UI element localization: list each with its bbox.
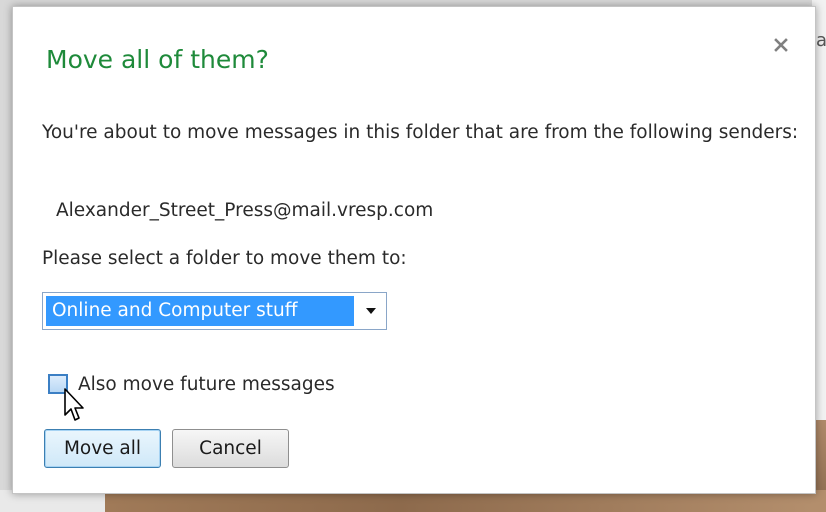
screen: a Move all of them? You're about to move… bbox=[0, 0, 826, 512]
folder-prompt: Please select a folder to move them to: bbox=[42, 248, 407, 269]
close-button[interactable] bbox=[771, 35, 791, 55]
sender-address: Alexander_Street_Press@mail.vresp.com bbox=[56, 200, 434, 221]
dropdown-arrow-icon[interactable] bbox=[360, 299, 382, 323]
future-messages-label[interactable]: Also move future messages bbox=[78, 370, 335, 399]
future-messages-checkbox[interactable] bbox=[48, 374, 68, 394]
dialog-title: Move all of them? bbox=[46, 45, 269, 74]
intro-text: You're about to move messages in this fo… bbox=[42, 122, 799, 143]
dropdown-arrow-glyph bbox=[366, 308, 376, 314]
close-icon bbox=[774, 38, 788, 52]
cancel-button[interactable]: Cancel bbox=[172, 429, 289, 468]
background-partial-text: a bbox=[816, 30, 826, 51]
move-all-button[interactable]: Move all bbox=[44, 429, 161, 468]
folder-select[interactable]: Online and Computer stuff bbox=[42, 292, 387, 330]
move-all-dialog: Move all of them? You're about to move m… bbox=[12, 6, 816, 494]
folder-select-value: Online and Computer stuff bbox=[46, 296, 354, 326]
